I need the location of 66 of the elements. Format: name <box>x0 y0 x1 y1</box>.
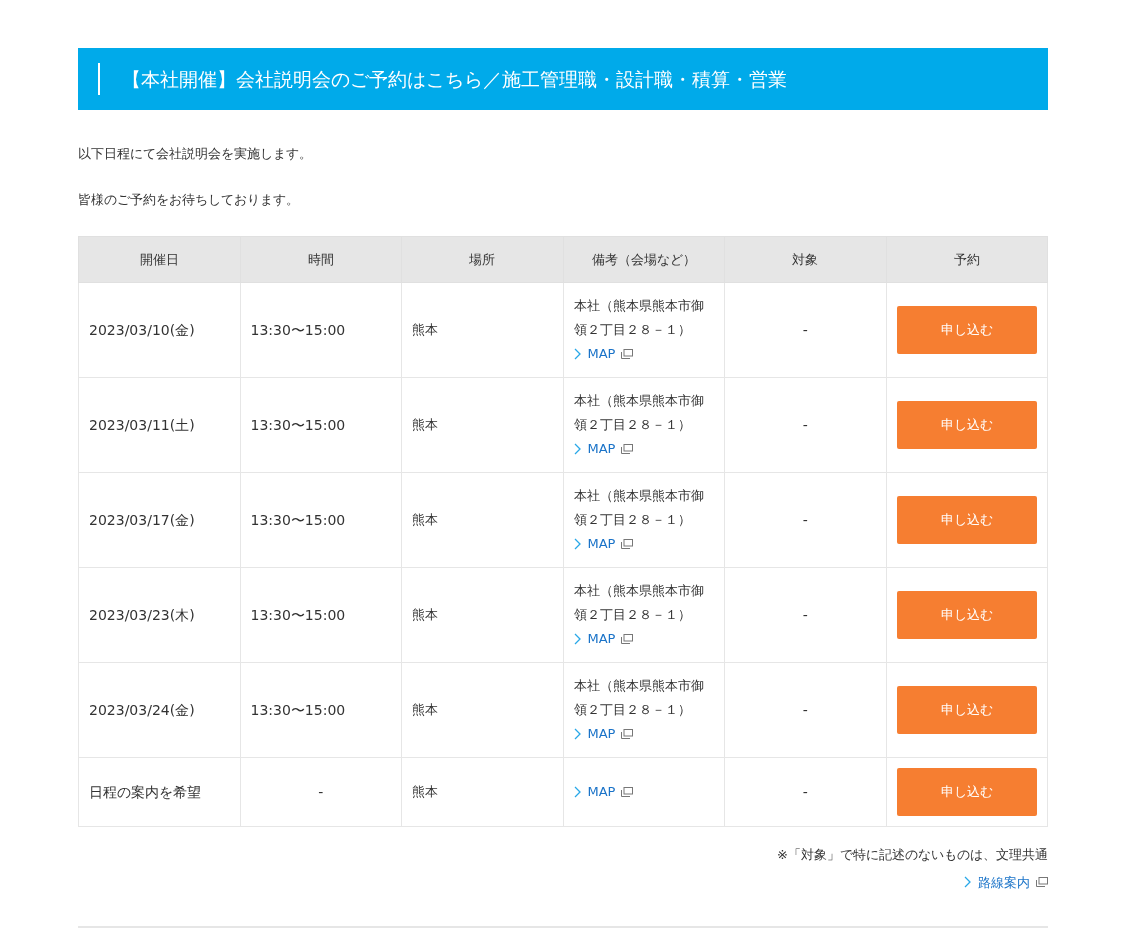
map-link[interactable]: MAP <box>573 342 634 366</box>
table-cell: - <box>724 472 886 568</box>
chevron-icon <box>573 348 582 360</box>
table-cell: 熊本 <box>401 377 563 473</box>
map-link[interactable]: MAP <box>573 780 634 804</box>
chevron-icon <box>573 538 582 550</box>
table-cell: - <box>724 662 886 758</box>
venue-address: 本社（熊本県熊本市御領２丁目２８－１） <box>573 677 705 719</box>
column-header: 時間 <box>240 236 402 283</box>
apply-button[interactable]: 申し込む <box>896 686 1037 734</box>
column-header: 開催日 <box>78 236 240 283</box>
footnote-text: ※「対象」で特に記述のないものは、文理共通 <box>776 846 1048 864</box>
venue-address: 本社（熊本県熊本市御領２丁目２８－１） <box>573 582 705 624</box>
external-window-icon <box>621 787 634 797</box>
chevron-icon <box>573 443 582 455</box>
intro-text: 以下日程にて会社説明会を実施します。 <box>78 145 313 163</box>
apply-button[interactable]: 申し込む <box>896 591 1037 639</box>
table-cell: - <box>240 757 402 827</box>
map-link[interactable]: MAP <box>573 532 634 556</box>
column-header: 場所 <box>401 236 563 283</box>
table-cell: 2023/03/17(金) <box>78 472 240 568</box>
table-cell: 熊本 <box>401 472 563 568</box>
table-cell: 13:30〜15:00 <box>240 662 402 758</box>
chevron-icon <box>964 876 972 889</box>
table-cell: - <box>724 757 886 827</box>
external-window-icon <box>621 729 634 739</box>
column-header: 予約 <box>886 236 1048 283</box>
table-cell: 13:30〜15:00 <box>240 377 402 473</box>
chevron-icon <box>573 728 582 740</box>
column-header: 対象 <box>724 236 886 283</box>
table-cell: - <box>724 567 886 663</box>
external-window-icon <box>621 349 634 359</box>
table-cell: 熊本 <box>401 757 563 827</box>
table-cell: 13:30〜15:00 <box>240 282 402 378</box>
external-window-icon <box>621 539 634 549</box>
table-cell: - <box>724 282 886 378</box>
intro-text: 皆様のご予約をお待ちしております。 <box>78 191 300 209</box>
venue-address: 本社（熊本県熊本市御領２丁目２８－１） <box>573 487 705 529</box>
table-cell: 熊本 <box>401 567 563 663</box>
map-link[interactable]: MAP <box>573 627 634 651</box>
column-header: 備考（会場など） <box>563 236 725 283</box>
chevron-icon <box>573 786 582 798</box>
venue-address: 本社（熊本県熊本市御領２丁目２８－１） <box>573 297 705 339</box>
table-cell: 日程の案内を希望 <box>78 757 240 827</box>
map-link[interactable]: MAP <box>573 722 634 746</box>
table-cell: 2023/03/24(金) <box>78 662 240 758</box>
map-link[interactable]: MAP <box>573 437 634 461</box>
table-cell: 13:30〜15:00 <box>240 567 402 663</box>
apply-button[interactable]: 申し込む <box>896 306 1037 354</box>
table-cell: 2023/03/23(木) <box>78 567 240 663</box>
route-link[interactable]: 路線案内 <box>964 872 1048 892</box>
table-cell: 熊本 <box>401 282 563 378</box>
table-cell: 13:30〜15:00 <box>240 472 402 568</box>
table-cell: 2023/03/11(土) <box>78 377 240 473</box>
table-cell: 熊本 <box>401 662 563 758</box>
apply-button[interactable]: 申し込む <box>896 401 1037 449</box>
table-cell: - <box>724 377 886 473</box>
chevron-icon <box>573 633 582 645</box>
apply-button[interactable]: 申し込む <box>896 768 1037 816</box>
table-cell: 2023/03/10(金) <box>78 282 240 378</box>
external-window-icon <box>1036 877 1048 888</box>
external-window-icon <box>621 444 634 454</box>
apply-button[interactable]: 申し込む <box>896 496 1037 544</box>
external-window-icon <box>621 634 634 644</box>
venue-address: 本社（熊本県熊本市御領２丁目２８－１） <box>573 392 705 434</box>
page-heading: 【本社開催】会社説明会のご予約はこちら／施工管理職・設計職・積算・営業 <box>122 66 787 92</box>
